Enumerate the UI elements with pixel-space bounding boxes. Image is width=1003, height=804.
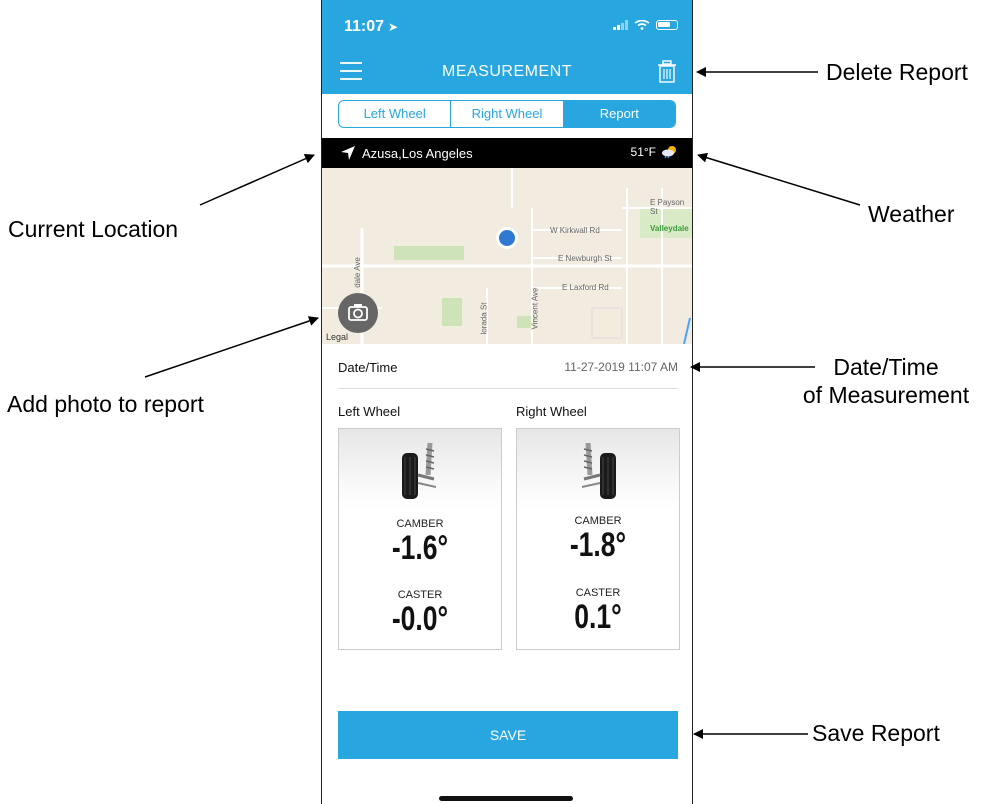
left-camber-value: -1.6° bbox=[391, 529, 449, 567]
location-bar: Azusa,Los Angeles 51°F bbox=[322, 138, 692, 168]
tab-left-wheel[interactable]: Left Wheel bbox=[339, 101, 452, 127]
signal-icon bbox=[613, 20, 628, 30]
status-time-text: 11:07 bbox=[344, 18, 385, 35]
datetime-label: Date/Time bbox=[338, 360, 398, 375]
map-label-newburgh: E Newburgh St bbox=[558, 254, 612, 263]
tab-report[interactable]: Report bbox=[563, 101, 675, 127]
left-wheel-suspension-icon bbox=[402, 442, 437, 499]
annotation-weather: Weather bbox=[868, 201, 955, 227]
user-location-dot bbox=[499, 230, 515, 246]
trash-icon[interactable] bbox=[656, 60, 678, 84]
nav-bar: MEASUREMENT bbox=[322, 52, 692, 94]
left-caster-value: -0.0° bbox=[391, 600, 449, 638]
map-legal-link[interactable]: Legal bbox=[326, 332, 348, 342]
status-icons bbox=[613, 20, 678, 30]
save-button[interactable]: SAVE bbox=[338, 711, 678, 759]
current-location: Azusa,Los Angeles bbox=[340, 145, 473, 161]
battery-icon bbox=[656, 20, 678, 30]
annotation-current-location: Current Location bbox=[8, 216, 179, 242]
left-wheel-title: Left Wheel bbox=[338, 404, 401, 419]
right-caster-value: 0.1° bbox=[574, 598, 622, 636]
map-label-kirkwall: W Kirkwall Rd bbox=[550, 226, 600, 235]
annotation-delete-report: Delete Report bbox=[826, 59, 968, 85]
page-title: MEASUREMENT bbox=[442, 63, 572, 80]
camera-icon bbox=[348, 304, 368, 321]
weather: 51°F bbox=[631, 145, 678, 159]
status-time: 11:07 ➤ bbox=[344, 18, 398, 36]
temperature-text: 51°F bbox=[630, 145, 656, 159]
location-text: Azusa,Los Angeles bbox=[362, 145, 473, 161]
annotation-save-report: Save Report bbox=[812, 720, 940, 746]
map-label-payson: E Payson St bbox=[650, 198, 685, 216]
map-label-vincent: Vincent Ave bbox=[530, 287, 540, 330]
annotation-datetime-line1: Date/Time bbox=[833, 354, 939, 380]
annotation-datetime: Date/Time of Measurement bbox=[786, 353, 986, 409]
add-photo-button[interactable] bbox=[338, 293, 378, 333]
map-label-lorada: lorada St bbox=[479, 302, 489, 335]
left-wheel-card: CAMBER -1.6° CASTER -0.0° bbox=[338, 428, 502, 650]
annotation-add-photo: Add photo to report bbox=[7, 391, 204, 417]
tab-segmented-control: Left Wheel Right Wheel Report bbox=[338, 100, 676, 128]
location-services-icon: ➤ bbox=[388, 20, 399, 34]
right-camber-value: -1.8° bbox=[569, 526, 627, 564]
phone-screen: 11:07 ➤ MEASUREMENT Left Wheel Right Whe… bbox=[321, 0, 693, 804]
status-bar: 11:07 ➤ bbox=[322, 0, 692, 52]
home-indicator[interactable] bbox=[439, 796, 573, 801]
location-arrow-icon bbox=[341, 146, 355, 160]
right-wheel-suspension-icon bbox=[581, 442, 616, 499]
wifi-icon bbox=[634, 20, 650, 30]
map-label-dale-ave: dale Ave bbox=[352, 257, 362, 288]
datetime-row: Date/Time 11-27-2019 11:07 AM bbox=[338, 352, 678, 389]
right-wheel-title: Right Wheel bbox=[516, 404, 587, 419]
annotation-datetime-line2: of Measurement bbox=[802, 382, 970, 408]
right-wheel-card: CAMBER -1.8° CASTER 0.1° bbox=[516, 428, 680, 650]
map-label-laxford: E Laxford Rd bbox=[562, 283, 609, 292]
map-view[interactable]: E Payson St Valleydale W Kirkwall Rd E N… bbox=[322, 168, 692, 344]
datetime-value: 11-27-2019 11:07 AM bbox=[564, 360, 678, 374]
tab-right-wheel[interactable]: Right Wheel bbox=[451, 101, 564, 127]
weather-icon bbox=[662, 146, 676, 159]
map-label-valleydale: Valleydale bbox=[650, 224, 689, 233]
